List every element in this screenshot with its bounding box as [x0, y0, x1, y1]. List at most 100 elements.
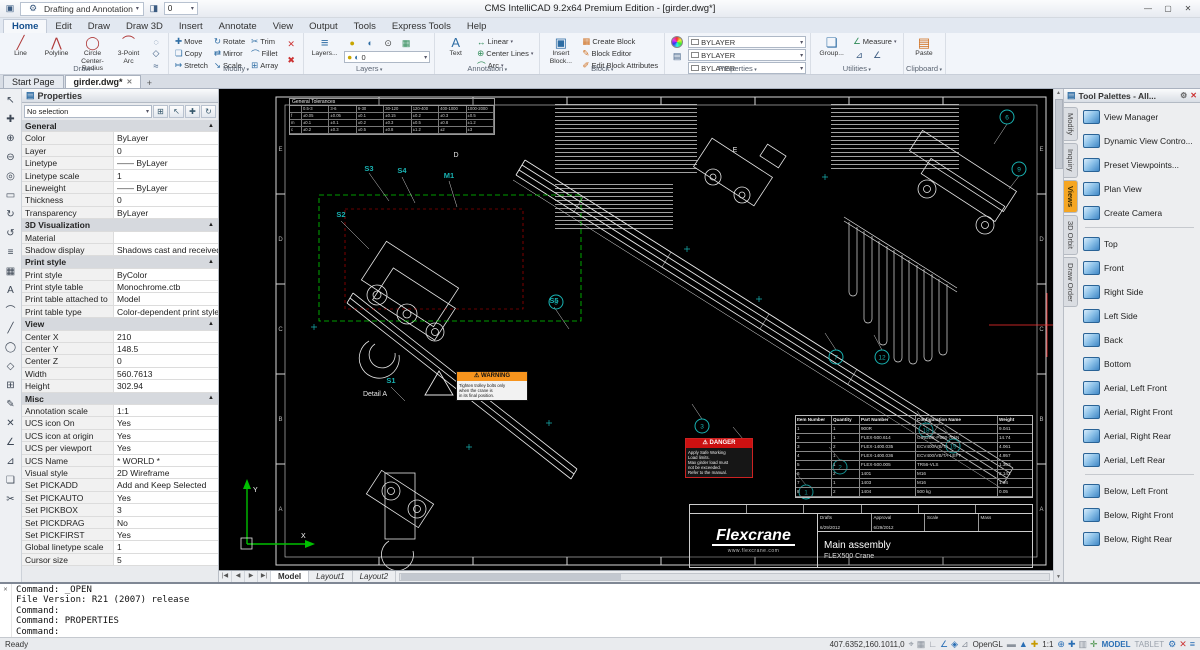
crosshair-icon[interactable]: ✛	[1090, 640, 1098, 649]
save-icon[interactable]: ▣	[2, 2, 18, 16]
measure-tool-icon[interactable]: ⊿	[2, 452, 20, 470]
quick-select-icon[interactable]: ↖	[169, 105, 184, 118]
pickadd-toggle-icon[interactable]: ↻	[201, 105, 216, 118]
scroll-down-icon[interactable]: ▼	[1056, 573, 1061, 582]
property-value[interactable]: 148.5	[114, 343, 218, 354]
esnap-icon[interactable]: ◈	[951, 640, 958, 649]
property-row[interactable]: Set PICKBOX 3	[22, 504, 218, 516]
block-group-label[interactable]: Block	[540, 64, 664, 74]
zoom-window-icon[interactable]: ◎	[2, 167, 20, 185]
quick-layer-combo[interactable]: 0	[164, 2, 198, 15]
text-button[interactable]: A Text	[439, 34, 472, 58]
select-objects-icon[interactable]: ✚	[185, 105, 200, 118]
dyn-input-icon[interactable]: ✚	[1068, 640, 1076, 649]
centerlines-button[interactable]: ⊕Center Lines▾	[475, 48, 535, 59]
tool-palettes-header[interactable]: ▤ Tool Palettes - All... ⚙ ✕	[1064, 89, 1200, 103]
toggle-value-icon[interactable]: ⊞	[153, 105, 168, 118]
drawing-canvas[interactable]: E D C B A E D C B A	[219, 89, 1053, 570]
property-value[interactable]: ByLayer	[114, 207, 218, 218]
distance-icon[interactable]: ⊿	[851, 48, 867, 62]
tab-edit[interactable]: Edit	[47, 20, 79, 33]
tab-close-icon[interactable]: ✕	[127, 78, 133, 86]
close-status-icon[interactable]: ✕	[1179, 640, 1187, 649]
palette-item[interactable]: Right Side	[1081, 280, 1198, 304]
workspace-switch-icon[interactable]: ⚙	[1168, 640, 1176, 649]
polygon-icon[interactable]: ◇	[148, 48, 164, 59]
polar-icon[interactable]: ∠	[940, 640, 948, 649]
zoom-extents-icon[interactable]: ▭	[2, 186, 20, 204]
cursor-coordinates[interactable]: 407.6352,160.1011,0	[830, 640, 905, 649]
ducs-icon[interactable]: ⊕	[1057, 640, 1065, 649]
tab-output[interactable]: Output	[301, 20, 346, 33]
palette-item[interactable]: Create Camera	[1081, 201, 1198, 225]
rotate-button[interactable]: ↻Rotate	[212, 36, 247, 47]
property-value[interactable]: 302.94	[114, 380, 218, 391]
orbit-icon[interactable]: ↻	[2, 205, 20, 223]
property-row[interactable]: Center X 210	[22, 331, 218, 343]
property-value[interactable]: 3	[114, 504, 218, 515]
property-row[interactable]: Linetype scale 1	[22, 170, 218, 182]
palette-item[interactable]: Below, Left Front	[1081, 479, 1198, 503]
grid-toggle-icon[interactable]: ▦	[2, 262, 20, 280]
property-row[interactable]: Width 560.7613	[22, 368, 218, 380]
property-row[interactable]: UCS per viewport Yes	[22, 442, 218, 454]
palette-tab-modify[interactable]: Modify	[1064, 107, 1078, 141]
property-row[interactable]: Visual style 2D Wireframe	[22, 467, 218, 479]
command-close-icon[interactable]: ✕	[3, 585, 7, 593]
modify-group-label[interactable]: Modify	[169, 64, 303, 74]
property-row[interactable]: Print table type Color-dependent print s…	[22, 306, 218, 318]
zoom-in-icon[interactable]: ⊕	[2, 129, 20, 147]
group-button[interactable]: ❏ Group...	[815, 34, 848, 58]
annotation-scale-value[interactable]: 1:1	[1042, 640, 1053, 649]
property-row[interactable]: 3D Visualization	[22, 219, 218, 231]
property-value[interactable]: Monochrome.ctb	[114, 281, 218, 292]
property-row[interactable]: UCS Name * WORLD *	[22, 455, 218, 467]
layers-list-icon[interactable]: ≡	[2, 243, 20, 261]
palette-item[interactable]: Left Side	[1081, 304, 1198, 328]
zoom-out-icon[interactable]: ⊖	[2, 148, 20, 166]
angle-tool-icon[interactable]: ∠	[2, 433, 20, 451]
property-row[interactable]: Set PICKFIRST Yes	[22, 529, 218, 541]
layer-freeze-icon[interactable]: ◐	[362, 36, 378, 50]
property-row[interactable]: Print style	[22, 256, 218, 268]
workspace-combo[interactable]: ⚙Drafting and Annotation	[20, 2, 144, 16]
insert-block-button[interactable]: ▣ Insert Block...	[544, 34, 577, 65]
vertical-scrollbar[interactable]: ▲ ▼	[1053, 89, 1063, 582]
property-row[interactable]: Height 302.94	[22, 380, 218, 392]
property-value[interactable]: * WORLD *	[114, 455, 218, 466]
prev-layout-button[interactable]: ◀	[232, 571, 245, 582]
layers-group-label[interactable]: Layers	[304, 64, 434, 74]
tab-insert[interactable]: Insert	[171, 20, 211, 33]
color-wheel-icon[interactable]	[671, 36, 683, 48]
palette-item[interactable]: Bottom	[1081, 352, 1198, 376]
palette-item[interactable]: Aerial, Left Rear	[1081, 448, 1198, 472]
palette-item[interactable]: Below, Right Front	[1081, 503, 1198, 527]
property-value[interactable]: 210	[114, 331, 218, 342]
palette-close-icon[interactable]: ✕	[1190, 91, 1197, 100]
construction-line-icon[interactable]: ◌	[148, 36, 164, 47]
quick-view-icon[interactable]: ▥	[1079, 640, 1088, 649]
tab-express-tools[interactable]: Express Tools	[384, 20, 459, 33]
property-row[interactable]: Annotation scale 1:1	[22, 405, 218, 417]
property-value[interactable]: 1	[114, 541, 218, 552]
property-row[interactable]: Global linetype scale 1	[22, 541, 218, 553]
property-value[interactable]: Yes	[114, 417, 218, 428]
property-row[interactable]: Print style ByColor	[22, 269, 218, 281]
annotation-auto-icon[interactable]: ✚	[1031, 640, 1039, 649]
measure-button[interactable]: ∠Measure▾	[851, 36, 898, 47]
view-undo-icon[interactable]: ↺	[2, 224, 20, 242]
property-row[interactable]: Layer 0	[22, 145, 218, 157]
palette-tab-3d-orbit[interactable]: 3D Orbit	[1064, 215, 1078, 255]
property-value[interactable]: 1	[114, 170, 218, 181]
mirror-button[interactable]: ⇄Mirror	[212, 48, 247, 59]
status-menu-icon[interactable]: ≡	[1190, 640, 1195, 649]
property-row[interactable]: UCS icon On Yes	[22, 417, 218, 429]
palette-item[interactable]: Aerial, Right Front	[1081, 400, 1198, 424]
model-space-toggle[interactable]: MODEL	[1102, 640, 1131, 649]
match-properties-icon[interactable]: ▤	[669, 49, 685, 63]
layer-on-icon[interactable]: ●	[344, 36, 360, 50]
linear-dim-button[interactable]: ↔Linear▾	[475, 36, 535, 47]
create-block-button[interactable]: ▦Create Block	[580, 36, 660, 47]
annotation-group-label[interactable]: Annotation	[435, 64, 539, 74]
property-row[interactable]: Misc	[22, 393, 218, 405]
